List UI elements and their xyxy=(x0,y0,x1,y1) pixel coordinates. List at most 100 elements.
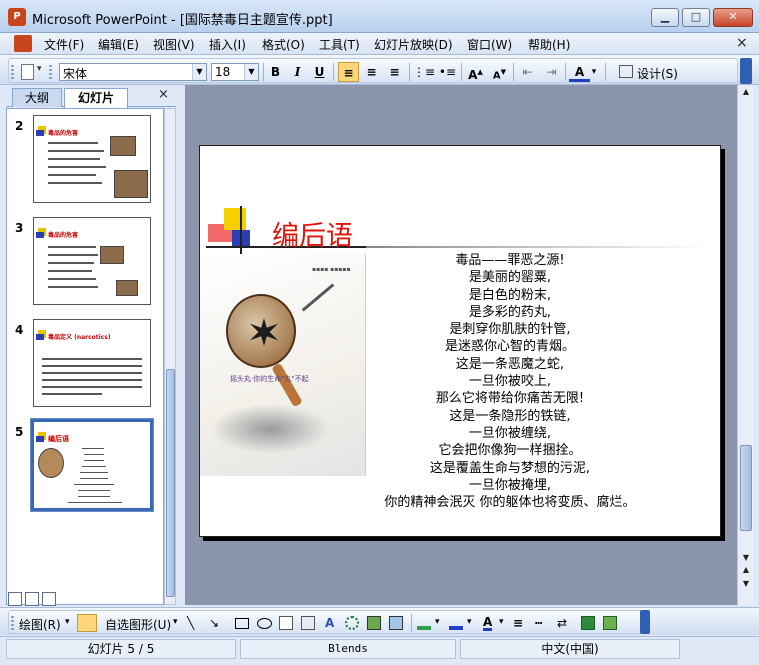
separator xyxy=(263,63,264,81)
bold-button[interactable]: B xyxy=(265,62,286,82)
autoshapes-button[interactable]: 自选图形(U) xyxy=(105,616,171,633)
thumbnail-image xyxy=(38,448,64,478)
chevron-down-icon[interactable]: ▾ xyxy=(173,617,178,627)
line-color-icon[interactable] xyxy=(449,616,463,630)
view-buttons xyxy=(8,592,58,608)
toolbar-grip[interactable] xyxy=(11,65,14,79)
align-right-icon[interactable]: ≡ xyxy=(384,62,405,82)
thumbnail-title: 毒品的危害 xyxy=(48,232,79,239)
slide-thumbnail-2[interactable]: 毒品的危害 xyxy=(33,115,151,203)
arrow-icon[interactable]: ↘ xyxy=(209,616,219,630)
rectangle-icon[interactable] xyxy=(235,618,249,629)
maximize-button[interactable]: □ xyxy=(682,8,710,27)
close-pane-button[interactable]: × xyxy=(158,87,169,102)
draw-menu-button[interactable]: 绘图(R) xyxy=(19,616,61,633)
previous-slide-icon[interactable]: ▲ xyxy=(740,565,752,575)
chevron-down-icon[interactable]: ▾ xyxy=(37,64,42,74)
menu-tools[interactable]: 工具(T) xyxy=(319,36,360,53)
thumbnail-text xyxy=(42,393,102,395)
slideshow-view-icon[interactable] xyxy=(42,592,56,606)
design-button[interactable]: 设计(S) xyxy=(637,65,678,82)
design-icon[interactable] xyxy=(619,65,633,78)
chevron-down-icon[interactable]: ▾ xyxy=(65,617,70,627)
line-style-icon[interactable]: ≡ xyxy=(513,616,523,630)
current-slide[interactable]: 编后语 ▪▪▪▪ ▪▪▪▪▪ 摇头丸·你的生命"丸"不起 毒品——罪恶之源! 是… xyxy=(199,145,721,537)
slide-thumbnail-4[interactable]: 毒品定义 (narcotics) xyxy=(33,319,151,407)
dash-style-icon[interactable]: ┅ xyxy=(535,616,542,630)
menu-window[interactable]: 窗口(W) xyxy=(467,36,512,53)
thumbnail-text xyxy=(48,142,98,144)
align-center-icon[interactable]: ≡ xyxy=(361,62,382,82)
close-document-button[interactable]: × xyxy=(736,35,748,51)
slide-thumbnail-5[interactable]: 编后语 xyxy=(30,418,154,512)
font-color-icon[interactable]: A xyxy=(569,62,590,82)
font-color-icon[interactable]: A xyxy=(483,616,493,631)
next-slide-icon[interactable]: ▼ xyxy=(740,579,752,589)
slide-title[interactable]: 编后语 xyxy=(272,214,353,253)
chevron-down-icon[interactable]: ▼ xyxy=(192,64,206,80)
textbox-icon[interactable] xyxy=(279,616,293,630)
tab-outline[interactable]: 大纲 xyxy=(12,88,62,107)
italic-button[interactable]: I xyxy=(287,62,308,82)
picture-icon[interactable] xyxy=(389,616,403,630)
bullets-icon[interactable]: •≡ xyxy=(437,62,458,82)
underline-button[interactable]: U xyxy=(309,62,330,82)
increase-font-icon[interactable]: A▲ xyxy=(465,62,486,82)
minimize-button[interactable]: ▁ xyxy=(651,8,679,27)
decrease-indent-icon[interactable]: ⇤ xyxy=(517,62,538,82)
scroll-down-icon[interactable]: ▼ xyxy=(740,553,752,563)
menu-slideshow[interactable]: 幻灯片放映(D) xyxy=(374,36,453,53)
chevron-down-icon[interactable]: ▼ xyxy=(244,64,258,80)
menu-edit[interactable]: 编辑(E) xyxy=(98,36,139,53)
arrow-style-icon[interactable]: ⇄ xyxy=(557,616,567,630)
scrollbar-thumb[interactable] xyxy=(166,369,175,597)
thumbnail-text xyxy=(42,386,142,388)
menu-file[interactable]: 文件(F) xyxy=(44,36,84,53)
shadow-style-icon[interactable] xyxy=(581,616,595,630)
chevron-down-icon[interactable]: ▾ xyxy=(435,617,440,627)
toolbar-options-button[interactable] xyxy=(740,58,752,84)
slide-thumbnail-3[interactable]: 毒品的危害 xyxy=(33,217,151,305)
select-arrow-icon[interactable] xyxy=(77,614,97,632)
close-window-button[interactable]: ✕ xyxy=(713,8,753,27)
tab-slides[interactable]: 幻灯片 xyxy=(64,88,128,108)
font-name-value: 宋体 xyxy=(63,67,88,81)
menu-insert[interactable]: 插入(I) xyxy=(209,36,246,53)
chevron-down-icon[interactable]: ▾ xyxy=(589,62,599,82)
toolbar-grip[interactable] xyxy=(11,616,14,630)
separator xyxy=(409,63,410,81)
font-size-select[interactable]: 18 ▼ xyxy=(211,63,259,81)
new-document-icon[interactable] xyxy=(21,64,34,80)
poem-line: 这是一条恶魔之蛇, xyxy=(455,356,565,372)
decrease-font-icon[interactable]: A▼ xyxy=(489,62,510,82)
toolbar-grip[interactable] xyxy=(49,65,52,79)
normal-view-icon[interactable] xyxy=(8,592,22,606)
3d-style-icon[interactable] xyxy=(603,616,617,630)
fill-color-icon[interactable] xyxy=(417,616,431,630)
numbering-icon[interactable]: ⋮≡ xyxy=(413,62,435,82)
clipart-icon[interactable] xyxy=(367,616,381,630)
menu-help[interactable]: 帮助(H) xyxy=(528,36,570,53)
chevron-down-icon[interactable]: ▾ xyxy=(467,617,472,627)
toolbar-options-button[interactable] xyxy=(640,610,650,634)
wordart-icon[interactable]: A xyxy=(325,616,334,630)
scroll-up-icon[interactable]: ▲ xyxy=(740,87,752,97)
menu-view[interactable]: 视图(V) xyxy=(153,36,195,53)
oval-icon[interactable] xyxy=(257,618,272,629)
increase-indent-icon[interactable]: ⇥ xyxy=(541,62,562,82)
thumbnail-scrollbar[interactable] xyxy=(164,108,176,605)
align-left-icon[interactable]: ≡ xyxy=(338,62,359,82)
slide-scrollbar[interactable]: ▲ ▼ ▲ ▼ xyxy=(737,85,753,605)
scrollbar-thumb[interactable] xyxy=(740,445,752,531)
diagram-icon[interactable] xyxy=(345,616,359,630)
powerpoint-app-icon[interactable]: P xyxy=(8,8,26,26)
thumbnail-text xyxy=(84,454,104,455)
document-icon[interactable] xyxy=(14,35,32,52)
font-name-select[interactable]: 宋体 ▼ xyxy=(59,63,207,81)
chevron-down-icon[interactable]: ▾ xyxy=(499,617,504,627)
slide-sorter-view-icon[interactable] xyxy=(25,592,39,606)
poem-textbox[interactable]: 毒品——罪恶之源! 是美丽的罂粟, 是白色的粉末, 是多彩的药丸, 是刺穿你肌肤… xyxy=(300,252,720,511)
line-icon[interactable]: ╲ xyxy=(187,616,194,630)
vertical-textbox-icon[interactable] xyxy=(301,616,315,630)
menu-format[interactable]: 格式(O) xyxy=(262,36,305,53)
